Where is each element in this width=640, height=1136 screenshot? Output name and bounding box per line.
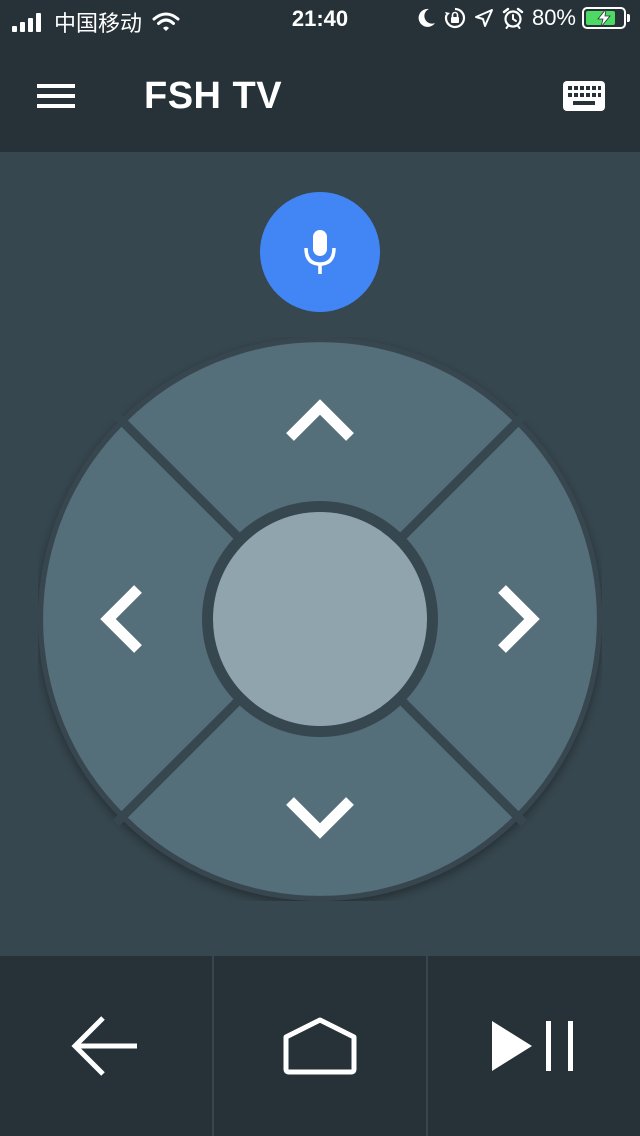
home-button[interactable] (214, 956, 426, 1136)
microphone-icon[interactable] (260, 192, 380, 312)
home-icon (283, 1017, 357, 1075)
location-icon (474, 8, 494, 28)
alarm-icon (502, 7, 524, 29)
remote-panel (0, 152, 640, 956)
moon-icon (416, 7, 436, 29)
dpad-select-button[interactable] (213, 512, 427, 726)
play-pause-icon (492, 1021, 573, 1071)
status-bar-right: 80% (416, 5, 630, 31)
orientation-lock-icon (444, 7, 466, 29)
bottom-nav (0, 956, 640, 1136)
hamburger-menu-icon[interactable] (28, 72, 84, 120)
app-bar: FSH TV (0, 40, 640, 152)
back-button[interactable] (0, 956, 212, 1136)
play-pause-button[interactable] (428, 956, 640, 1136)
battery-charging-icon (582, 7, 630, 29)
dpad (38, 337, 602, 901)
back-arrow-icon (71, 1016, 137, 1076)
keyboard-icon[interactable] (556, 72, 612, 120)
status-bar: 中国移动 21:40 80% (0, 0, 640, 40)
app-title: FSH TV (144, 75, 283, 117)
battery-percent: 80% (531, 5, 576, 30)
